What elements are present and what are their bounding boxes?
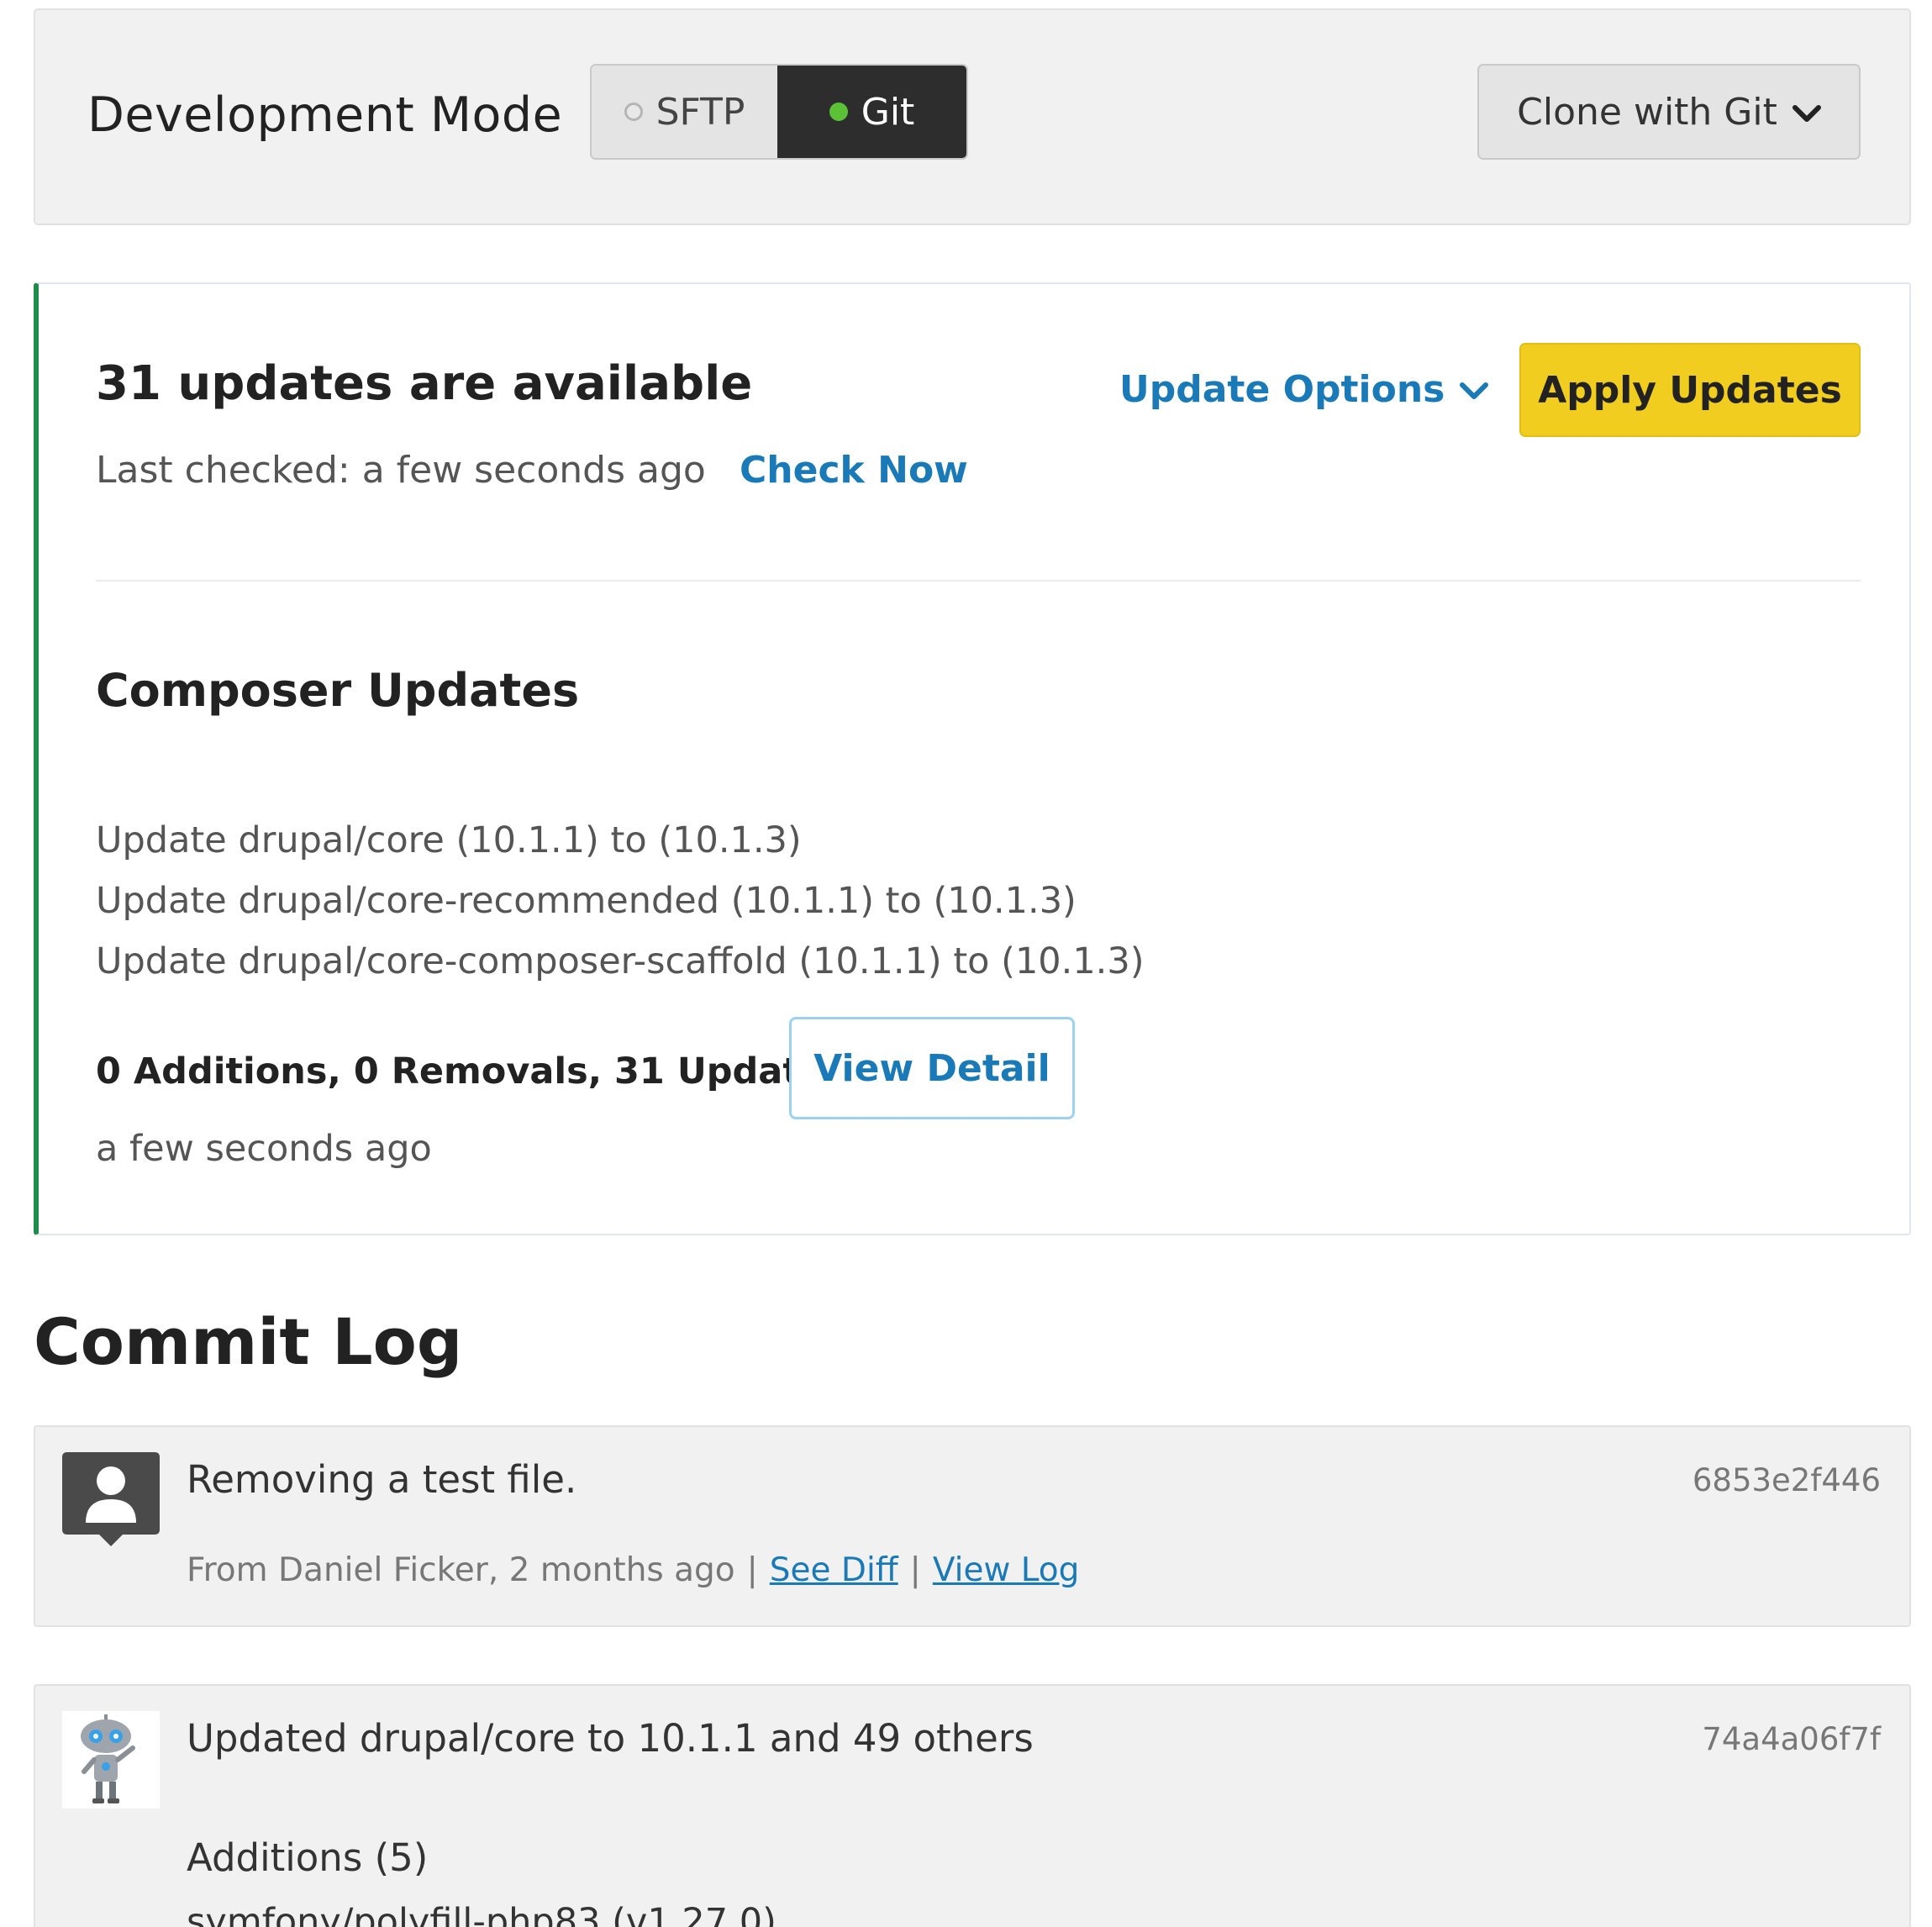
updates-card: 31 updates are available Last checked: a… [34, 282, 1911, 1235]
divider [96, 580, 1861, 582]
composer-update-list: Update drupal/core (10.1.1) to (10.1.3) … [96, 810, 1144, 992]
mode-sftp-label: SFTP [655, 90, 745, 134]
mode-toggle: SFTP Git [590, 64, 968, 160]
development-mode-bar: Development Mode SFTP Git Clone with Git [34, 8, 1911, 225]
commit-entry: Updated drupal/core to 10.1.1 and 49 oth… [34, 1684, 1911, 1927]
last-checked-text: Last checked: a few seconds ago [96, 449, 706, 492]
summary-timestamp: a few seconds ago [96, 1128, 432, 1170]
check-now-link[interactable]: Check Now [740, 449, 968, 492]
mode-git-button[interactable]: Git [777, 66, 966, 158]
list-item: Update drupal/core-composer-scaffold (10… [96, 940, 1145, 982]
active-dot-icon [829, 103, 848, 121]
commit-hash: 74a4a06f7f [1702, 1721, 1881, 1757]
clone-with-git-button[interactable]: Clone with Git [1477, 64, 1861, 160]
list-item: Update drupal/core-recommended (10.1.1) … [96, 880, 1077, 922]
inactive-dot-icon [624, 103, 643, 121]
additions-label: Additions (5) [187, 1835, 429, 1880]
commit-message: Removing a test file. [187, 1457, 577, 1502]
see-diff-link[interactable]: See Diff [770, 1551, 898, 1589]
chevron-down-icon [1792, 91, 1821, 134]
update-summary: 0 Additions, 0 Removals, 31 Updates [96, 1050, 846, 1092]
commit-meta: From Daniel Ficker, 2 months ago | See D… [187, 1551, 1079, 1589]
commit-author-time: From Daniel Ficker, 2 months ago [187, 1551, 735, 1589]
chevron-down-icon [1460, 368, 1489, 411]
separator: | [746, 1551, 758, 1589]
default-avatar-icon [62, 1452, 160, 1550]
list-item: Update drupal/core (10.1.1) to (10.1.3) [96, 819, 802, 861]
robot-avatar-icon [62, 1711, 160, 1809]
clone-with-git-label: Clone with Git [1517, 90, 1777, 134]
commit-log-heading: Commit Log [34, 1304, 463, 1379]
commit-hash: 6853e2f446 [1692, 1462, 1881, 1498]
mode-git-label: Git [861, 90, 915, 134]
mode-sftp-button[interactable]: SFTP [592, 66, 778, 158]
view-detail-button[interactable]: View Detail [789, 1017, 1075, 1119]
separator: | [909, 1551, 921, 1589]
update-options-button[interactable]: Update Options [1119, 368, 1489, 411]
commit-message: Updated drupal/core to 10.1.1 and 49 oth… [187, 1716, 1034, 1761]
list-item: symfony/polyfill-php83 (v1.27.0) [187, 1901, 776, 1927]
updates-title: 31 updates are available [96, 356, 753, 411]
update-options-label: Update Options [1119, 368, 1445, 411]
development-mode-title: Development Mode [87, 87, 563, 143]
view-log-link[interactable]: View Log [933, 1551, 1080, 1589]
apply-updates-button[interactable]: Apply Updates [1519, 343, 1861, 437]
composer-updates-title: Composer Updates [96, 664, 580, 717]
commit-entry: Removing a test file. 6853e2f446 From Da… [34, 1425, 1911, 1627]
